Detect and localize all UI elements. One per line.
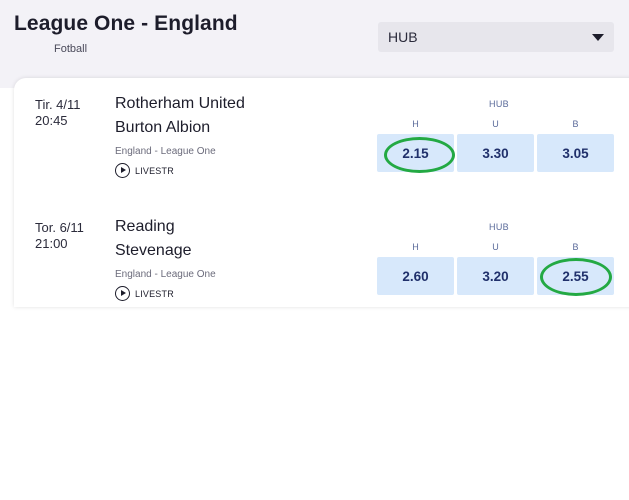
odds-button-draw[interactable]: 3.20	[457, 257, 534, 295]
away-team[interactable]: Stevenage	[115, 242, 192, 260]
livestream-link[interactable]: LIVESTR	[115, 163, 174, 178]
outcome-label: U	[492, 119, 499, 129]
competition-label: England - League One	[115, 146, 216, 157]
match-datetime: Tor. 6/11 21:00	[35, 220, 84, 252]
match-date: Tir. 4/11	[35, 97, 81, 112]
odds-button-away[interactable]: 2.55	[537, 257, 614, 295]
home-team[interactable]: Rotherham United	[115, 95, 245, 113]
match-time: 20:45	[35, 113, 68, 128]
match-row: Tir. 4/11 20:45 Rotherham United Burton …	[14, 78, 629, 188]
livestream-label: LIVESTR	[135, 288, 174, 299]
odds-button-home[interactable]: 2.15	[377, 134, 454, 172]
match-date: Tor. 6/11	[35, 220, 84, 235]
outcome-label: H	[412, 119, 419, 129]
competition-label: England - League One	[115, 269, 216, 280]
home-team[interactable]: Reading	[115, 218, 175, 236]
outcome-label: B	[572, 119, 579, 129]
outcome-label: B	[572, 242, 579, 252]
page-title: League One - England	[14, 12, 238, 35]
odds-button-home[interactable]: 2.60	[377, 257, 454, 295]
outcome-label: U	[492, 242, 499, 252]
market-select-value: HUB	[388, 29, 418, 45]
livestream-link[interactable]: LIVESTR	[115, 286, 174, 301]
market-select[interactable]: HUB	[378, 22, 614, 52]
market-heading: HUB	[489, 222, 509, 232]
match-time: 21:00	[35, 236, 68, 251]
league-header: League One - England Fotball HUB	[0, 0, 629, 88]
odds-button-draw[interactable]: 3.30	[457, 134, 534, 172]
play-circle-icon	[115, 163, 130, 178]
outcome-label: H	[412, 242, 419, 252]
caret-down-icon	[592, 33, 604, 41]
match-row: Tor. 6/11 21:00 Reading Stevenage Englan…	[14, 201, 629, 311]
away-team[interactable]: Burton Albion	[115, 119, 210, 137]
sport-label: Fotball	[54, 43, 88, 55]
odds-button-away[interactable]: 3.05	[537, 134, 614, 172]
market-heading: HUB	[489, 99, 509, 109]
match-list: Tir. 4/11 20:45 Rotherham United Burton …	[14, 78, 629, 307]
livestream-label: LIVESTR	[135, 165, 174, 176]
match-datetime: Tir. 4/11 20:45	[35, 97, 81, 129]
play-circle-icon	[115, 286, 130, 301]
